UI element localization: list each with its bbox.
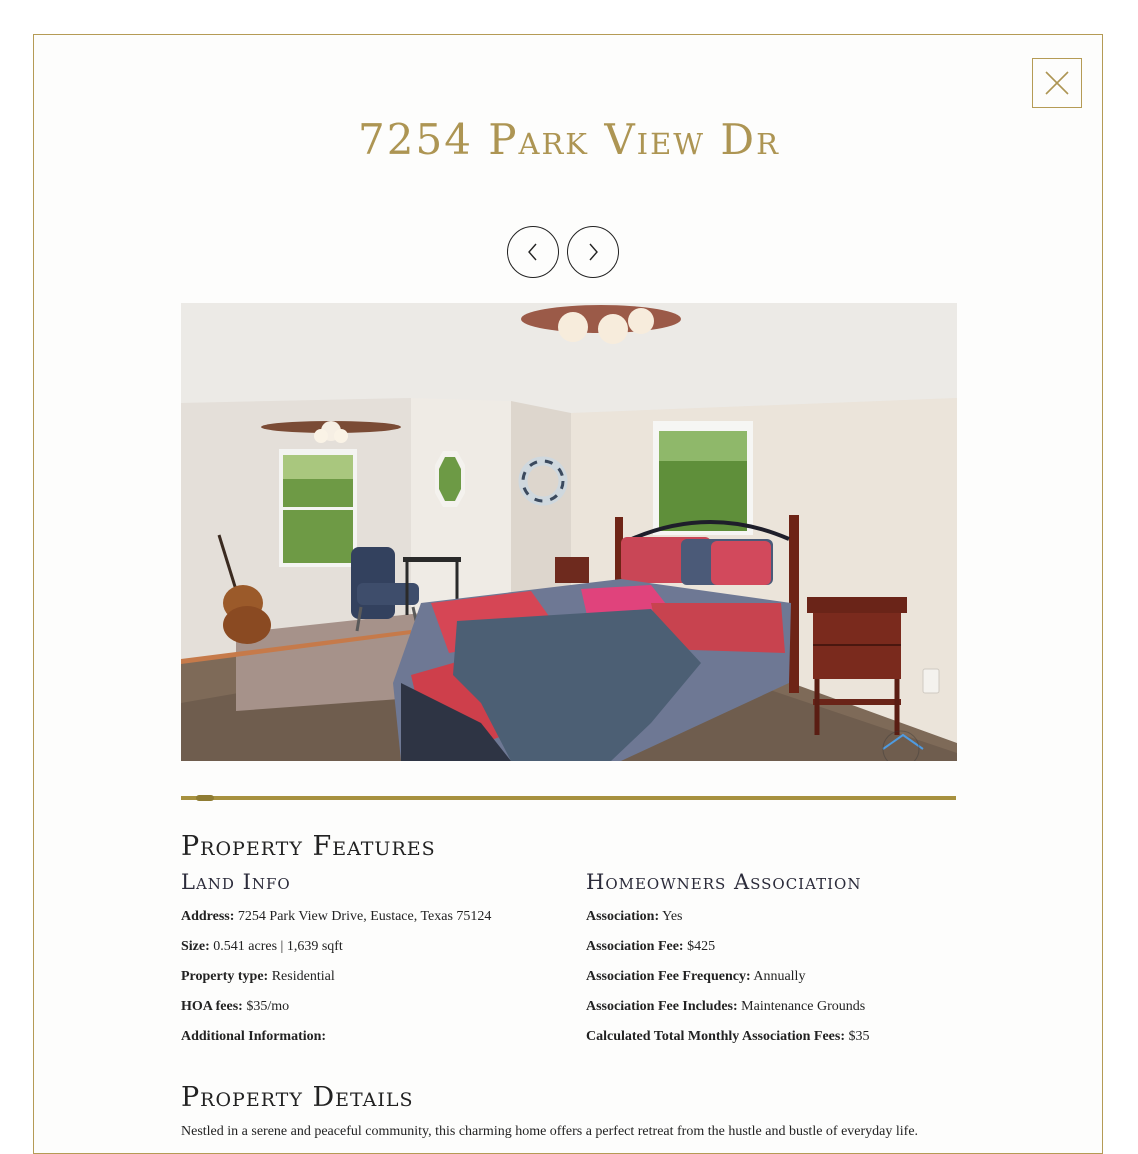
row-value: 0.541 acres | 1,639 sqft [213, 939, 343, 954]
gallery-progress-bar[interactable] [181, 795, 956, 801]
row-label: Association Fee Frequency: [586, 969, 751, 984]
property-photo[interactable] [181, 303, 957, 761]
row-value: Maintenance Grounds [741, 999, 866, 1014]
hoa-heading: Homeowners Association [586, 870, 862, 894]
row-label: Association Fee: [586, 939, 684, 954]
land-info-list: Address: 7254 Park View Drive, Eustace, … [181, 907, 571, 1057]
row-label: Address: [181, 909, 235, 924]
row-label: Calculated Total Monthly Association Fee… [586, 1029, 846, 1044]
land-info-heading: Land Info [181, 870, 291, 894]
land-info-row-property-type: Property type: Residential [181, 967, 571, 997]
close-icon [1045, 71, 1069, 95]
row-value: Annually [753, 969, 806, 984]
row-value: Yes [662, 909, 683, 924]
land-info-row-size: Size: 0.541 acres | 1,639 sqft [181, 937, 571, 967]
hoa-list: Association: Yes Association Fee: $425 A… [586, 907, 1006, 1057]
row-value: $425 [687, 939, 716, 954]
row-value: $35 [848, 1029, 870, 1044]
hoa-row-fee-includes: Association Fee Includes: Maintenance Gr… [586, 997, 1006, 1027]
hoa-row-monthly-total: Calculated Total Monthly Association Fee… [586, 1027, 1006, 1057]
close-button[interactable] [1032, 58, 1082, 108]
chevron-left-icon [528, 243, 537, 261]
row-label: Size: [181, 939, 210, 954]
row-label: Additional Information: [181, 1029, 327, 1044]
row-label: Association Fee Includes: [586, 999, 738, 1014]
gallery-nav [507, 226, 619, 278]
property-modal: 7254 Park View Dr Property Features Land… [33, 34, 1103, 1154]
land-info-row-address: Address: 7254 Park View Drive, Eustace, … [181, 907, 571, 937]
land-info-row-hoa-fees: HOA fees: $35/mo [181, 997, 571, 1027]
row-value: 7254 Park View Drive, Eustace, Texas 751… [237, 909, 492, 924]
chevron-right-icon [589, 243, 598, 261]
hoa-row-fee: Association Fee: $425 [586, 937, 1006, 967]
row-label: Property type: [181, 969, 269, 984]
bedroom-photo-illustration [181, 303, 957, 761]
gallery-progress-knob[interactable] [196, 795, 215, 801]
row-value: Residential [271, 969, 335, 984]
property-details-heading: Property Details [181, 1082, 414, 1113]
land-info-row-additional: Additional Information: [181, 1027, 571, 1057]
page-title: 7254 Park View Dr [358, 115, 780, 164]
hoa-row-association: Association: Yes [586, 907, 1006, 937]
row-label: Association: [586, 909, 660, 924]
row-value: $35/mo [246, 999, 290, 1014]
next-photo-button[interactable] [567, 226, 619, 278]
prev-photo-button[interactable] [507, 226, 559, 278]
hoa-row-fee-frequency: Association Fee Frequency: Annually [586, 967, 1006, 997]
property-description: Nestled in a serene and peaceful communi… [181, 1124, 919, 1139]
row-label: HOA fees: [181, 999, 243, 1014]
property-features-heading: Property Features [181, 831, 436, 862]
